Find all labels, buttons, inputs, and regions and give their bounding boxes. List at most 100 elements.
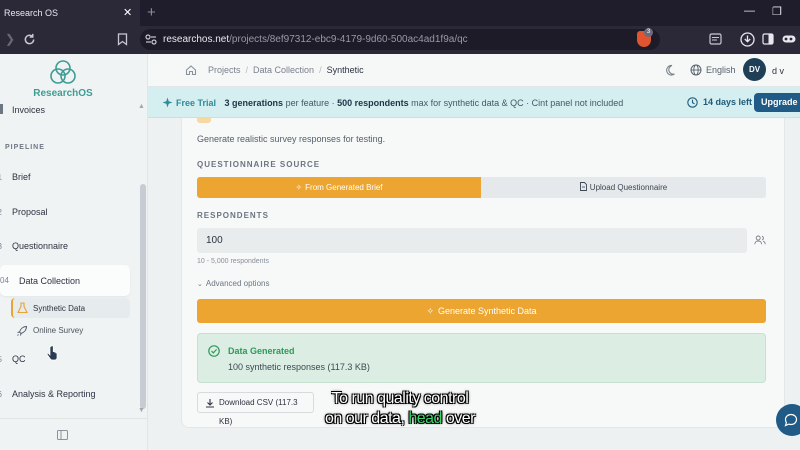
language-selector[interactable]: English [706,65,736,75]
collapse-sidebar-icon[interactable] [57,430,68,440]
reload-icon[interactable] [23,33,36,46]
tab-title: Research OS [4,8,59,18]
respondents-input[interactable]: 100 [197,228,747,253]
success-message: Data Generated 100 synthetic responses (… [197,333,766,383]
reader-mode-icon[interactable] [709,33,722,45]
success-detail: 100 synthetic responses (117.3 KB) [228,362,370,372]
chat-button[interactable] [776,404,800,436]
caption-highlight: head [408,410,442,427]
url-path: /projects/8ef97312-ebc9-4179-9d60-500ac4… [229,34,468,45]
free-trial-label: Free Trial [176,98,217,108]
tab-close-icon[interactable]: ✕ [123,6,132,19]
breadcrumb-synthetic: Synthetic [326,65,364,75]
brave-shield-icon[interactable]: 3 [637,28,653,47]
advanced-options-toggle[interactable]: ⌄ Advanced options [197,279,269,288]
extensions-icon[interactable] [782,35,796,43]
download-csv-button[interactable]: Download CSV (117.3 KB) [197,392,314,426]
sidebar-subitem-label: Synthetic Data [33,304,86,313]
sparkle-icon: ✧ [426,306,434,316]
rocket-icon [17,325,28,336]
sidebar-item-brief[interactable]: 01Brief [0,172,130,182]
restore-icon[interactable]: ❐ [772,5,782,18]
sidebar-item-invoices[interactable]: Invoices [12,105,142,115]
breadcrumb-separator: / [245,65,249,75]
globe-icon[interactable] [690,64,702,76]
minimize-icon[interactable]: — [744,5,755,17]
new-tab-button[interactable]: + [147,4,156,21]
pointer-cursor-icon [46,345,58,361]
respondents-limit: 500 respondents [337,98,409,108]
sidebar-subitem-label: Online Survey [33,326,84,335]
avatar[interactable]: DV [743,58,766,81]
url-host: researchos.net [163,34,230,45]
download-icon[interactable] [740,32,755,47]
site-settings-icon[interactable] [145,34,157,45]
step-number: 04 [0,276,9,285]
breadcrumb-separator: / [319,65,322,75]
from-generated-brief-button[interactable]: ✧ From Generated Brief [197,177,481,198]
sidebar-item-label: Analysis & Reporting [12,389,96,399]
sidebar-item-data-collection[interactable]: 04 Data Collection [0,265,130,296]
sidebar-item-label: QC [12,354,26,364]
flask-icon [17,302,28,314]
chat-bubble-icon [784,413,798,427]
sidebar-subitem-online-survey[interactable]: Online Survey [13,323,130,339]
success-title: Data Generated [228,346,295,356]
caption-line-1: To run quality control [331,390,469,407]
upgrade-button[interactable]: Upgrade ▾ [754,93,800,126]
breadcrumb: Projects / Data Collection / Synthetic [208,65,364,75]
sidebar-item-analysis-reporting[interactable]: 06Analysis & Reporting [0,389,130,399]
home-icon[interactable] [185,64,197,76]
sidebar-item-label: Data Collection [19,276,81,286]
logo[interactable]: ResearchOS [33,59,93,99]
sidebar-item-qc[interactable]: 05QC [0,354,130,364]
step-number: 02 [0,208,12,217]
step-number: 01 [0,173,12,182]
url-bar[interactable]: researchos.net/projects/8ef97312-ebc9-41… [140,29,660,50]
advanced-options-label: Advanced options [205,279,270,288]
days-left: 14 days left [703,97,753,107]
sidebar-item-questionnaire[interactable]: 03Questionnaire [0,241,130,251]
shield-badge: 3 [644,28,653,37]
sidebar-divider [0,418,148,419]
respondents-hint: 10 - 5,000 respondents [197,258,269,265]
from-brief-label: From Generated Brief [305,183,383,192]
trial-banner: Free Trial 3 generations per feature · 5… [148,87,800,126]
caption-text: on our data, [324,410,409,427]
sidebar-item-proposal[interactable]: 02Proposal [0,207,130,217]
check-circle-icon [208,345,220,357]
theme-toggle-icon[interactable] [664,64,676,76]
video-caption: To run quality control on our data, head… [300,389,500,429]
back-arrow-icon[interactable]: ❯ [5,32,15,46]
sidebar-scrollbar[interactable] [140,184,146,409]
users-icon [754,235,766,245]
generate-synthetic-data-button[interactable]: ✧ Generate Synthetic Data [197,299,766,323]
upload-questionnaire-label: Upload Questionnaire [589,183,668,192]
sidebar-item-label: Questionnaire [12,241,69,251]
logo-text: ResearchOS [33,88,93,99]
browser-tab-bar: Research OS ✕ + — ❐ [0,0,800,26]
generate-label: Generate Synthetic Data [437,306,537,316]
user-name[interactable]: d v [772,66,784,76]
clock-icon [687,97,698,108]
sidebar: ResearchOS Invoices ▲ PIPELINE 01Brief 0… [0,54,148,450]
upload-questionnaire-button[interactable]: Upload Questionnaire [481,177,766,198]
breadcrumb-data-collection[interactable]: Data Collection [253,65,314,75]
caption-line-2: on our data, head over [300,409,500,429]
bookmark-icon[interactable] [117,33,128,46]
sparkle-icon [162,97,173,108]
browser-tab[interactable]: Research OS ✕ [0,0,140,26]
sidebar-toggle-icon[interactable] [762,33,774,45]
browser-address-bar: ❯ researchos.net/projects/8ef97312-ebc9-… [0,26,800,54]
pipeline-label: PIPELINE [5,144,45,151]
logo-icon [50,60,76,84]
scroll-down-icon[interactable]: ▼ [138,407,145,414]
card-description: Generate realistic survey responses for … [197,134,386,144]
questionnaire-source-label: QUESTIONNAIRE SOURCE [197,160,321,169]
breadcrumb-projects[interactable]: Projects [208,65,241,75]
step-number: 05 [0,355,12,364]
sidebar-subitem-synthetic-data[interactable]: Synthetic Data [11,298,130,318]
scroll-up-icon[interactable]: ▲ [138,103,145,110]
step-number: 03 [0,242,12,251]
generations-count: 3 generations [224,98,284,108]
